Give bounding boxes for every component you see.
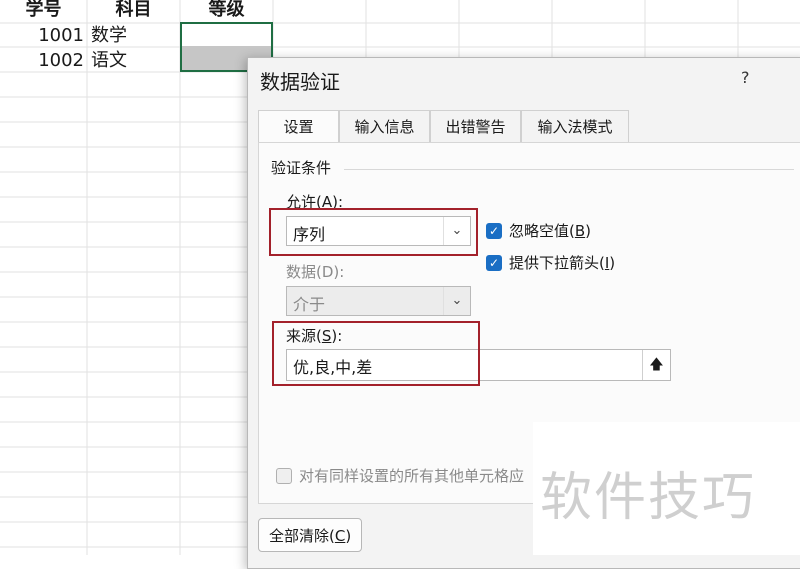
watermark: 软件技巧 xyxy=(540,468,757,528)
header-subject[interactable]: 科目 xyxy=(87,0,180,22)
ignore-blank-label: 忽略空值(B) xyxy=(509,222,592,240)
cell-subject-chinese[interactable]: 语文 xyxy=(91,49,177,73)
data-select-value: 介于 xyxy=(293,295,326,314)
help-button[interactable]: ? xyxy=(741,68,750,87)
cell-id-1002[interactable]: 1002 xyxy=(0,49,84,73)
section-divider xyxy=(344,169,794,170)
header-student-id[interactable]: 学号 xyxy=(0,0,87,22)
header-grade[interactable]: 等级 xyxy=(180,0,273,22)
data-select: 介于 ⌄ xyxy=(286,286,471,316)
clear-all-button[interactable]: 全部清除(C) xyxy=(258,518,363,552)
source-highlight-frame xyxy=(272,321,480,386)
cell-id-1001[interactable]: 1001 xyxy=(0,24,84,48)
validation-criteria-label: 验证条件 xyxy=(271,159,332,177)
collapse-dialog-icon[interactable]: 🡅 xyxy=(642,350,670,380)
dialog-title: 数据验证 xyxy=(260,70,340,94)
tab-ime-mode[interactable]: 输入法模式 xyxy=(521,110,629,142)
dropdown-arrow-label: 提供下拉箭头(I) xyxy=(509,254,616,272)
data-label: 数据(D): xyxy=(286,263,345,281)
cell-subject-math[interactable]: 数学 xyxy=(91,24,177,48)
tab-input-message[interactable]: 输入信息 xyxy=(339,110,430,142)
tab-bar: 设置 输入信息 出错警告 输入法模式 xyxy=(258,110,798,143)
chevron-down-icon: ⌄ xyxy=(443,287,470,315)
tab-settings[interactable]: 设置 xyxy=(258,110,339,143)
allow-highlight-frame xyxy=(269,208,478,256)
apply-all-label: 对有同样设置的所有其他单元格应 xyxy=(299,467,525,485)
tab-error-alert[interactable]: 出错警告 xyxy=(430,110,521,142)
ignore-blank-checkbox[interactable]: ✓ xyxy=(486,223,502,239)
dropdown-arrow-checkbox[interactable]: ✓ xyxy=(486,255,502,271)
apply-all-checkbox[interactable] xyxy=(276,468,292,484)
